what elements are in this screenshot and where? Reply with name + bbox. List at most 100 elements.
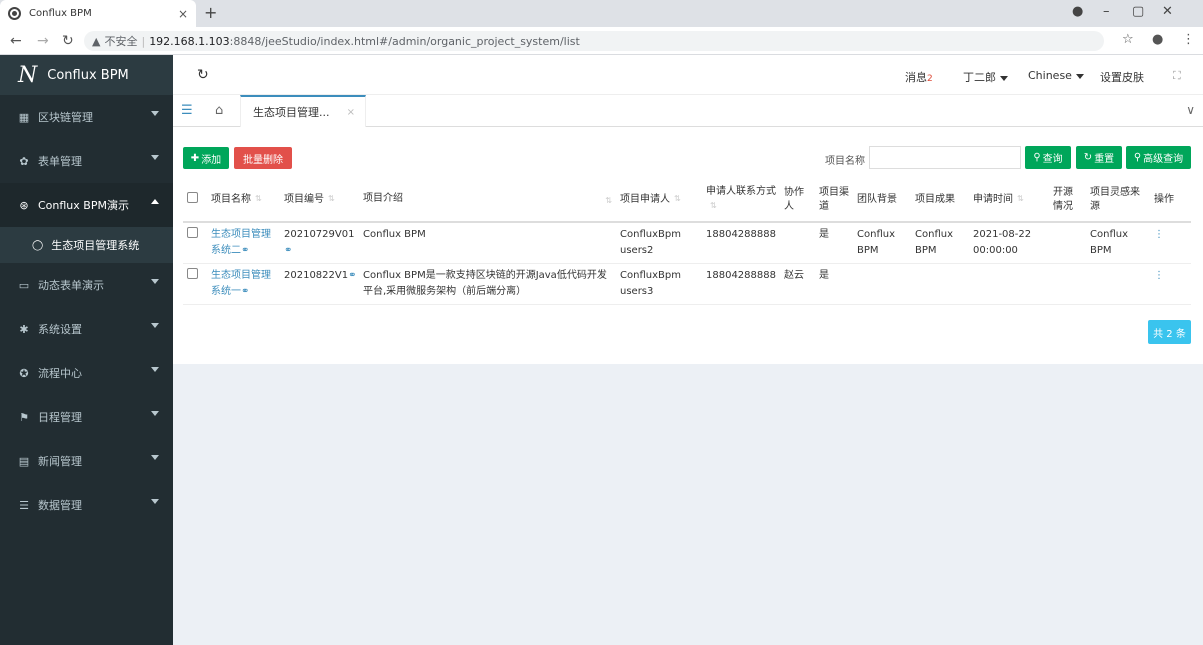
bookmark-star-icon[interactable]: ☆	[1122, 32, 1134, 47]
fullscreen-icon[interactable]: ⛶	[1173, 69, 1181, 83]
select-all-checkbox[interactable]	[187, 191, 198, 203]
minimize-icon[interactable]: –	[1103, 4, 1110, 19]
sidebar-item-conflux-demo[interactable]: ⊛ Conflux BPM演示	[0, 183, 173, 227]
column-header[interactable]: 协作人	[780, 178, 815, 223]
reset-button-label: 重置	[1094, 154, 1115, 165]
column-header[interactable]: 项目申请人 ⇅	[616, 178, 702, 223]
column-header[interactable]: 项目渠道	[815, 178, 853, 223]
chevron-down-icon	[151, 323, 159, 328]
sidebar: N Conflux BPM ▦ 区块链管理 ✿ 表单管理 ⊛ Conflux B…	[0, 55, 173, 645]
row-checkbox[interactable]	[187, 227, 198, 238]
sidebar-item-news[interactable]: ▤ 新闻管理	[0, 439, 173, 483]
search-input[interactable]	[869, 146, 1021, 169]
sidebar-item-process[interactable]: ✪ 流程中心	[0, 351, 173, 395]
column-header[interactable]: 项目成果	[911, 178, 969, 223]
actions-cell: ⋮	[1150, 263, 1191, 305]
logo-text: Conflux BPM	[47, 67, 129, 83]
link-icon[interactable]: ⚭	[348, 270, 356, 281]
link-icon[interactable]: ⚭	[284, 245, 292, 256]
link-icon[interactable]: ⚭	[241, 245, 249, 256]
url-separator: |	[141, 34, 146, 48]
new-tab-button[interactable]: +	[204, 3, 217, 22]
applicant-cell: ConfluxBpm users2	[616, 222, 702, 264]
messages-link[interactable]: 消息2	[905, 69, 933, 85]
sidebar-item-blockchain[interactable]: ▦ 区块链管理	[0, 95, 173, 139]
sidebar-subitem-eco-project[interactable]: ◯ 生态项目管理系统	[0, 227, 173, 263]
more-actions-icon[interactable]: ⋮	[1154, 270, 1164, 281]
column-header[interactable]: 项目编号 ⇅	[280, 178, 359, 223]
column-header[interactable]: 项目介绍 ⇅	[359, 178, 616, 223]
menu-toggle-icon[interactable]: ☰	[181, 103, 193, 118]
project-table: 项目名称 ⇅ 项目编号 ⇅ 项目介绍 ⇅ 项目申请人 ⇅ 申请人联系方式⇅ 协作人 项目…	[183, 178, 1191, 305]
inspiration-cell	[1086, 263, 1150, 305]
back-icon[interactable]: ←	[10, 33, 22, 49]
sidebar-item-data[interactable]: ☰ 数据管理	[0, 483, 173, 527]
add-button[interactable]: ✚ 添加	[183, 147, 229, 169]
forward-icon[interactable]: →	[37, 33, 49, 49]
close-window-icon[interactable]: ✕	[1162, 4, 1173, 19]
plus-icon: ✚	[190, 152, 200, 164]
batch-delete-button[interactable]: 批量删除	[234, 147, 292, 169]
sort-icon: ⇅	[674, 194, 681, 203]
chevron-down-icon	[151, 367, 159, 372]
advanced-search-label: 高级查询	[1143, 154, 1184, 165]
close-tab-icon[interactable]: ×	[178, 7, 188, 21]
url-field[interactable]: ▲ 不安全 | 192.168.1.103 :8848/jeeStudio/in…	[84, 31, 1104, 51]
process-icon: ✪	[19, 366, 29, 380]
row-select-cell	[183, 263, 207, 305]
collaborator-cell: 赵云	[780, 263, 815, 305]
sidebar-item-label: 数据管理	[38, 499, 82, 512]
home-icon[interactable]: ⌂	[215, 103, 223, 118]
column-header[interactable]: 项目灵感来源	[1086, 178, 1150, 223]
column-header[interactable]: 开源情况	[1049, 178, 1086, 223]
account-icon[interactable]: ●	[1152, 32, 1163, 47]
table-row[interactable]: 生态项目管理系统二⚭ 20210729V01 ⚭ Conflux BPM Conf…	[183, 222, 1191, 264]
collaborator-cell	[780, 222, 815, 264]
refresh-icon[interactable]: ↻	[197, 67, 209, 83]
language-dropdown[interactable]: Chinese	[1028, 69, 1084, 82]
user-name: 丁二郎	[963, 71, 996, 84]
chevron-down-icon	[151, 499, 159, 504]
advanced-search-button[interactable]: ⚲ 高级查询	[1126, 146, 1191, 169]
more-actions-icon[interactable]: ⋮	[1154, 229, 1164, 240]
chevron-up-icon	[151, 199, 159, 204]
reload-icon[interactable]: ↻	[62, 33, 74, 49]
refresh-icon: ↻	[1083, 152, 1093, 163]
column-header[interactable]: 项目名称 ⇅	[207, 178, 280, 223]
chevron-down-icon	[151, 111, 159, 116]
browser-tab[interactable]: Conflux BPM ×	[0, 0, 196, 27]
query-button[interactable]: ⚲ 查询	[1025, 146, 1071, 169]
logo[interactable]: N Conflux BPM	[0, 55, 173, 95]
time-cell: 2021-08-22 00:00:00	[969, 222, 1049, 264]
chevron-down-icon[interactable]: ∨	[1186, 103, 1195, 117]
table-row[interactable]: 生态项目管理系统一⚭ 20210822V1⚭ Conflux BPM是一款支持区…	[183, 263, 1191, 305]
close-icon[interactable]: ×	[347, 107, 355, 118]
column-header[interactable]: 申请人联系方式⇅	[702, 178, 780, 223]
select-all-cell	[183, 178, 207, 223]
time-cell	[969, 263, 1049, 305]
tab-eco-project[interactable]: 生态项目管理... ×	[240, 95, 366, 127]
reset-button[interactable]: ↻ 重置	[1076, 146, 1122, 169]
browser-menu-icon[interactable]: ⋮	[1182, 32, 1195, 47]
user-dropdown[interactable]: 丁二郎	[963, 69, 1008, 85]
link-icon[interactable]: ⚭	[241, 286, 249, 297]
maximize-icon[interactable]: ▢	[1132, 4, 1144, 19]
sidebar-item-schedule[interactable]: ⚑ 日程管理	[0, 395, 173, 439]
sidebar-item-settings[interactable]: ✱ 系统设置	[0, 307, 173, 351]
query-button-label: 查询	[1042, 154, 1063, 165]
profile-icon[interactable]: ●	[1072, 4, 1083, 19]
column-header[interactable]: 申请时间 ⇅	[969, 178, 1049, 223]
skin-settings-link[interactable]: 设置皮肤	[1100, 69, 1144, 85]
sidebar-item-forms[interactable]: ✿ 表单管理	[0, 139, 173, 183]
newspaper-icon: ▤	[18, 454, 30, 468]
search-label: 项目名称	[825, 156, 865, 167]
row-checkbox[interactable]	[187, 268, 198, 279]
content-background	[173, 364, 1203, 645]
sidebar-item-label: 动态表单演示	[38, 279, 104, 292]
monitor-icon: ▭	[18, 278, 30, 292]
table-header-row: 项目名称 ⇅ 项目编号 ⇅ 项目介绍 ⇅ 项目申请人 ⇅ 申请人联系方式⇅ 协作人 项目…	[183, 178, 1191, 223]
circle-icon: ◯	[32, 239, 44, 251]
chevron-down-icon	[151, 155, 159, 160]
column-header[interactable]: 团队背景	[853, 178, 911, 223]
sidebar-item-dynamic-form[interactable]: ▭ 动态表单演示	[0, 263, 173, 307]
